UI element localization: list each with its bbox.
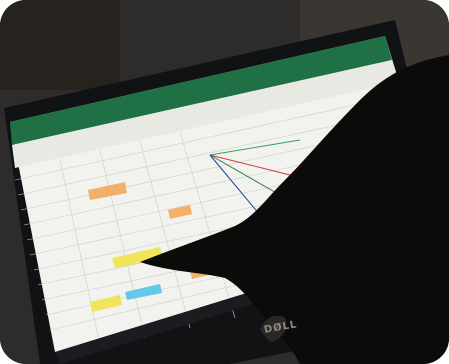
scene-illustration <box>0 0 449 364</box>
laptop-photo: DØLL <box>0 0 449 364</box>
background-chair <box>0 0 120 90</box>
